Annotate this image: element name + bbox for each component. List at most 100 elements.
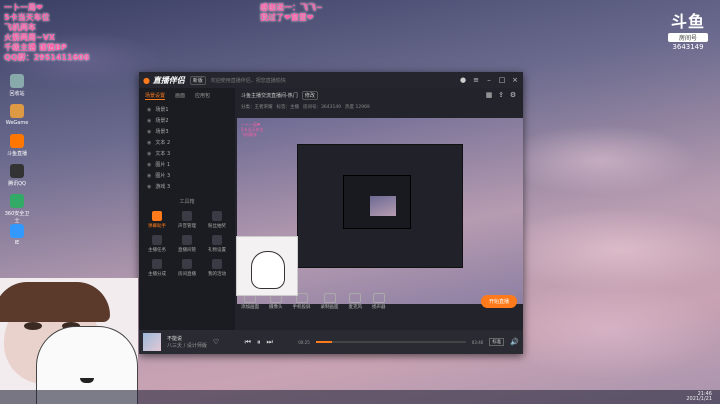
menu-icon[interactable]: ≡ — [472, 76, 480, 84]
app-icon — [10, 224, 24, 238]
next-icon[interactable]: ⏭ — [266, 338, 272, 347]
webcam-overlay — [0, 278, 138, 404]
tag-label[interactable]: 标签：主播 — [277, 104, 300, 110]
tool-button[interactable]: 弹幕助手 — [143, 211, 171, 229]
desktop-icon[interactable]: IE — [4, 224, 30, 246]
system-tray[interactable]: 21:46 2021/1/21 — [686, 392, 712, 402]
title-message: 欢迎使用直播伴侣，祝您直播愉快 — [210, 77, 286, 84]
tool-button[interactable]: 主播分成 — [143, 259, 171, 277]
control-label: 添加画面 — [241, 304, 259, 310]
song-title: 不能说 — [167, 336, 183, 342]
maximize-icon[interactable]: □ — [498, 76, 506, 84]
control-icon — [349, 292, 362, 303]
live-companion-window[interactable]: ● 直播伴侣 新版 欢迎使用直播伴侣，祝您直播愉快 ● ≡ – □ × 场景设置… — [139, 72, 523, 354]
like-icon[interactable]: ♡ — [213, 338, 219, 346]
scene-item[interactable]: ◉ 文本 3 — [139, 148, 235, 159]
tool-icon — [152, 235, 162, 245]
avatar-icon[interactable]: ● — [459, 76, 467, 84]
title-bar[interactable]: ● 直播伴侣 新版 欢迎使用直播伴侣，祝您直播愉快 ● ≡ – □ × — [139, 72, 523, 88]
album-cover[interactable] — [143, 333, 161, 351]
desktop-icon[interactable]: 斗鱼直播 — [4, 134, 30, 157]
tool-label: 声音管理 — [178, 224, 196, 229]
nested-app-window — [297, 144, 463, 268]
tool-button[interactable]: 主播任务 — [143, 235, 171, 253]
control-icon — [323, 292, 336, 303]
control-button[interactable]: 麦克风 — [349, 292, 362, 310]
close-icon[interactable]: × — [511, 76, 519, 84]
tool-button[interactable]: 礼物设置 — [203, 235, 231, 253]
tool-label: 礼物设置 — [208, 248, 226, 253]
desktop-icon[interactable]: 腾讯QQ — [4, 164, 30, 187]
version-badge[interactable]: 新版 — [189, 75, 206, 85]
scene-item[interactable]: ◉ 图片 1 — [139, 159, 235, 170]
play-pause-icon[interactable]: ⏸ — [257, 338, 261, 347]
control-label: 扬声器 — [372, 304, 386, 310]
minimize-icon[interactable]: – — [485, 76, 493, 84]
visibility-icon[interactable]: ◉ — [147, 173, 151, 179]
tool-label: 房间直播 — [178, 272, 196, 277]
tool-icon — [152, 259, 162, 269]
tab-canvas[interactable]: 画面 — [175, 92, 185, 100]
nested-preview — [370, 196, 396, 216]
desktop-icon[interactable]: 360安全卫士 — [4, 194, 30, 224]
scene-item[interactable]: ◉ 场景1 — [139, 104, 235, 115]
settings-icon[interactable]: ⚙ — [509, 91, 517, 99]
app-icon — [10, 74, 24, 88]
desktop-icon[interactable]: WeGame — [4, 104, 30, 126]
room-bar: 斗鱼主播交流直播间-热门 修改 ▦ ⇪ ⚙ — [235, 88, 523, 102]
tool-icon — [152, 211, 162, 221]
scene-label: 场景3 — [155, 129, 169, 135]
taskbar[interactable]: 21:46 2021/1/21 — [0, 390, 720, 404]
scene-item[interactable]: ◉ 文本 2 — [139, 137, 235, 148]
tray-date: 2021/1/21 — [686, 396, 712, 402]
desktop-icon-label: 腾讯QQ — [8, 181, 26, 187]
prev-icon[interactable]: ⏮ — [245, 338, 251, 347]
tab-scene[interactable]: 场景设置 — [145, 92, 166, 100]
webcam-hair — [0, 282, 110, 322]
scene-label: 游戏 3 — [155, 184, 171, 190]
song-progress[interactable] — [315, 341, 466, 343]
tool-icon — [212, 259, 222, 269]
visibility-icon[interactable]: ◉ — [147, 184, 151, 190]
tool-icon — [182, 235, 192, 245]
share-icon[interactable]: ⇪ — [497, 91, 505, 99]
volume-icon[interactable]: 🔊 — [510, 338, 519, 346]
edit-room-button[interactable]: 修改 — [301, 90, 318, 100]
desktop-icon[interactable]: 回收站 — [4, 74, 30, 97]
tool-icon — [182, 211, 192, 221]
scene-item[interactable]: ◉ 图片 3 — [139, 170, 235, 181]
overlay-line: QQ群：2951411608 — [4, 53, 90, 62]
desktop-icon-label: IE — [14, 240, 20, 246]
quality-button[interactable]: 标准 — [489, 338, 505, 346]
sidebar: 场景设置 画面 应用包 ◉ 场景1 ◉ 场景2 ◉ 场景3 ◉ 文本 2 ◉ 文本 3 ◉ 图片 1 ◉… — [139, 88, 235, 338]
control-button[interactable]: 录制画面 — [321, 292, 339, 310]
overlay-line: 千级主播 谨慎BP — [4, 43, 67, 52]
tool-button[interactable]: 我的活动 — [203, 259, 231, 277]
tool-button[interactable]: 声音管理 — [173, 211, 201, 229]
visibility-icon[interactable]: ◉ — [147, 129, 151, 135]
grid-icon[interactable]: ▦ — [485, 91, 493, 99]
category-label[interactable]: 分类：王者荣耀 — [241, 104, 273, 110]
visibility-icon[interactable]: ◉ — [147, 162, 151, 168]
scene-item[interactable]: ◉ 场景2 — [139, 115, 235, 126]
app-icon — [10, 194, 24, 208]
tool-button[interactable]: 房间直播 — [173, 259, 201, 277]
control-button[interactable]: 扬声器 — [372, 292, 386, 310]
scene-item[interactable]: ◉ 游戏 3 — [139, 181, 235, 192]
tab-apps[interactable]: 应用包 — [195, 92, 210, 100]
visibility-icon[interactable]: ◉ — [147, 151, 151, 157]
sketch-inlay — [236, 236, 298, 296]
heat-label: 热度 12969 — [345, 105, 370, 110]
visibility-icon[interactable]: ◉ — [147, 118, 151, 124]
overlay-line: 5卡当天车位 — [4, 13, 50, 22]
start-live-button[interactable]: 开始直播 — [480, 294, 517, 308]
app-logo: ● 直播伴侣 — [143, 75, 185, 85]
song-artist: 八三夭 / 设计师版 — [167, 343, 207, 349]
scene-item[interactable]: ◉ 场景3 — [139, 126, 235, 137]
visibility-icon[interactable]: ◉ — [147, 107, 151, 113]
tool-button[interactable]: 粉丝抽奖 — [203, 211, 231, 229]
control-icon — [372, 292, 385, 303]
tool-label: 我的活动 — [208, 272, 226, 277]
visibility-icon[interactable]: ◉ — [147, 140, 151, 146]
tool-button[interactable]: 直播间管 — [173, 235, 201, 253]
